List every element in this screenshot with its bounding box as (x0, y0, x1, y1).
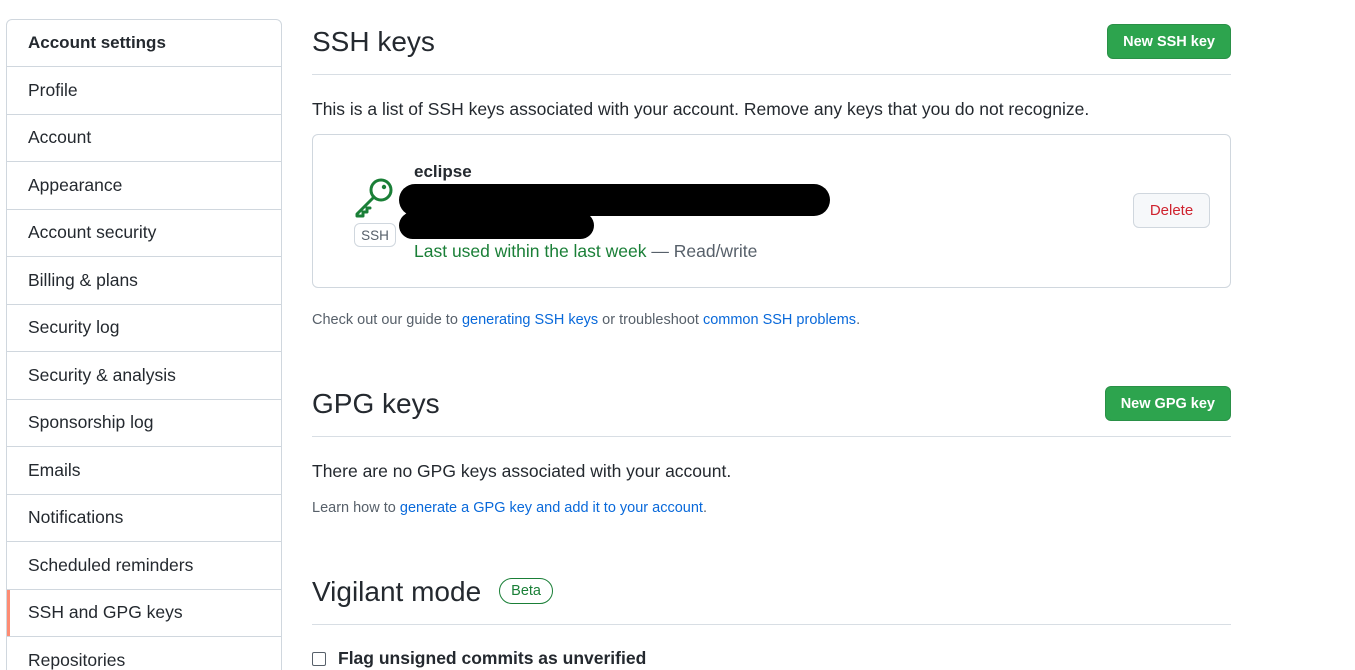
sidebar-item-repositories[interactable]: Repositories (7, 637, 281, 670)
learn-suffix: . (702, 500, 707, 516)
key-icon (353, 175, 397, 219)
gpg-empty-text: There are no GPG keys associated with yo… (312, 461, 732, 481)
vigilant-section-header: Vigilant mode Beta (312, 574, 1231, 625)
common-ssh-problems-link[interactable]: common SSH problems (703, 312, 856, 328)
sidebar-item-account[interactable]: Account (7, 115, 281, 162)
sidebar-item-profile[interactable]: Profile (7, 67, 281, 115)
beta-badge: Beta (499, 578, 553, 604)
ssh-key-usage: Last used within the last week — Read/wr… (414, 241, 757, 262)
ssh-guide-note: Check out our guide to generating SSH ke… (312, 312, 860, 328)
ssh-section-header: SSH keys New SSH key (312, 24, 1231, 75)
sidebar-item-scheduled-reminders[interactable]: Scheduled reminders (7, 542, 281, 590)
access-level-text: Read/write (673, 241, 758, 261)
new-ssh-key-button[interactable]: New SSH key (1107, 24, 1231, 59)
last-used-text: Last used within the last week (414, 241, 647, 261)
vigilant-title-wrap: Vigilant mode Beta (312, 574, 553, 608)
sidebar-item-ssh-gpg-keys[interactable]: SSH and GPG keys (7, 589, 281, 637)
ssh-keys-title: SSH keys (312, 26, 435, 57)
usage-separator: — (646, 241, 674, 261)
sidebar-item-security-log[interactable]: Security log (7, 305, 281, 352)
redaction-mark-2 (399, 212, 594, 239)
ssh-key-item: SSH eclipse Last used within the last we… (312, 134, 1231, 288)
gpg-section-header: GPG keys New GPG key (312, 386, 1231, 437)
ssh-type-tag: SSH (354, 223, 396, 247)
generate-gpg-key-link[interactable]: generate a GPG key and add it to your ac… (400, 500, 703, 516)
guide-prefix: Check out our guide to (312, 312, 462, 328)
sidebar-header: Account settings (7, 20, 281, 67)
sidebar-item-billing[interactable]: Billing & plans (7, 257, 281, 305)
new-gpg-key-button[interactable]: New GPG key (1104, 386, 1231, 421)
sidebar-item-appearance[interactable]: Appearance (7, 162, 281, 210)
sidebar-item-emails[interactable]: Emails (7, 447, 281, 495)
vigilant-mode-title: Vigilant mode (312, 576, 482, 607)
flag-unsigned-checkbox[interactable] (312, 651, 326, 666)
gpg-learn-note: Learn how to generate a GPG key and add … (312, 500, 707, 516)
generating-ssh-keys-link[interactable]: generating SSH keys (462, 312, 598, 328)
learn-prefix: Learn how to (312, 500, 400, 516)
gpg-keys-title: GPG keys (312, 388, 440, 419)
flag-unsigned-label[interactable]: Flag unsigned commits as unverified (338, 648, 646, 669)
sidebar-item-security-analysis[interactable]: Security & analysis (7, 352, 281, 400)
flag-unsigned-row: Flag unsigned commits as unverified (312, 648, 646, 669)
delete-ssh-key-button[interactable]: Delete (1133, 193, 1210, 228)
guide-middle: or troubleshoot (598, 312, 703, 328)
settings-sidebar: Account settings Profile Account Appeara… (6, 19, 282, 670)
sidebar-item-sponsorship-log[interactable]: Sponsorship log (7, 400, 281, 447)
sidebar-item-account-security[interactable]: Account security (7, 210, 281, 257)
sidebar-item-notifications[interactable]: Notifications (7, 495, 281, 542)
ssh-description: This is a list of SSH keys associated wi… (312, 99, 1090, 119)
guide-suffix: . (856, 312, 861, 328)
ssh-key-name: eclipse (414, 162, 472, 181)
